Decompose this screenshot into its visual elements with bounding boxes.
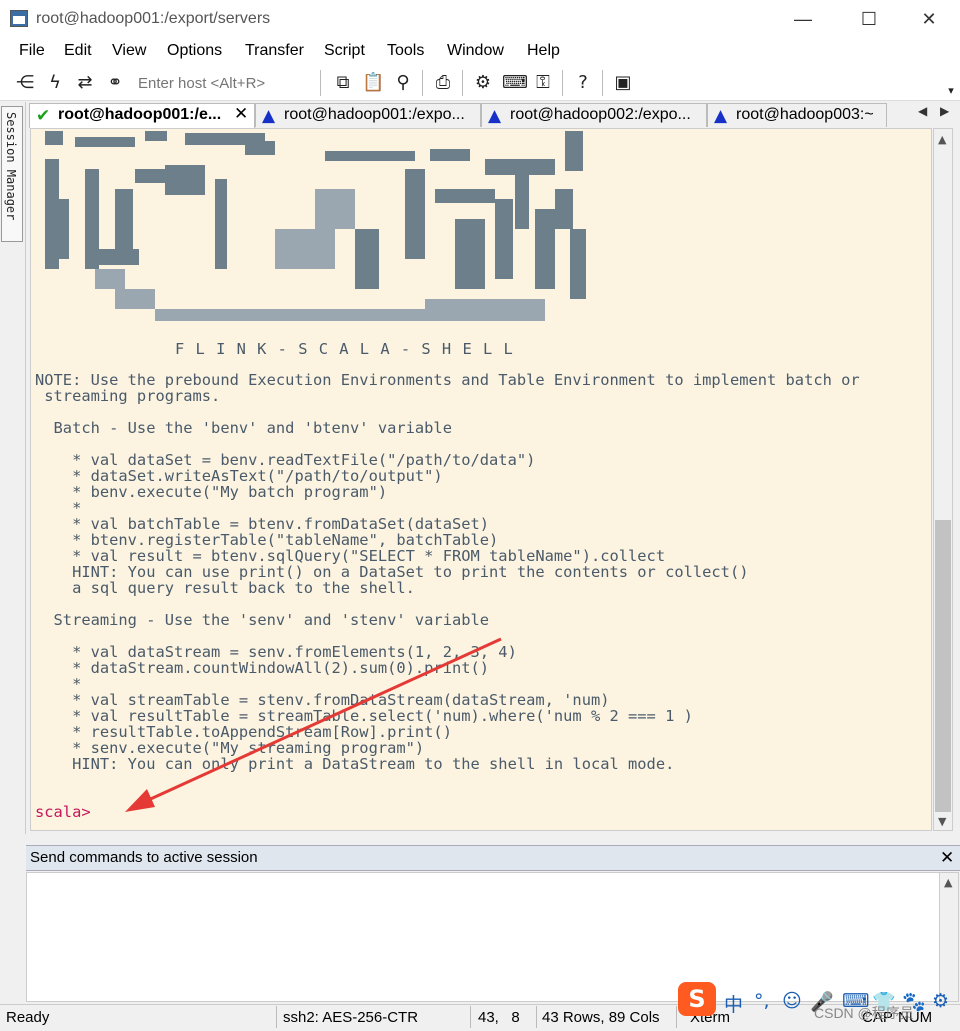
lightning-icon[interactable]: ϟ [44, 72, 66, 94]
warning-icon: ▲ [262, 106, 276, 126]
ime-chinese-mode-icon[interactable]: 中 [724, 990, 743, 1017]
tab-label: root@hadoop001:/expo... [284, 106, 465, 123]
tab-scroll-right-icon[interactable]: ▶ [940, 104, 949, 118]
ime-punctuation-icon[interactable]: °, [754, 990, 770, 1012]
terminal-line: HINT: You can use print() on a DataSet t… [35, 563, 749, 581]
status-ready: Ready [6, 1009, 50, 1026]
scroll-down-icon[interactable]: ▼ [938, 815, 946, 828]
shell-banner: F L I N K - S C A L A - S H E L L [175, 340, 514, 358]
send-commands-input[interactable] [26, 872, 940, 1002]
menu-tools[interactable]: Tools [387, 42, 424, 60]
toolbar-separator [562, 70, 563, 96]
ime-emoji-icon[interactable]: ☺ [782, 990, 802, 1012]
app-icon[interactable]: ▣ [612, 72, 634, 94]
toolbar-separator [422, 70, 423, 96]
status-cursor-position: 43, 8 [478, 1009, 520, 1026]
tab-label: root@hadoop003:~ [736, 106, 874, 123]
print-icon[interactable]: ⎙ [432, 72, 454, 94]
tab-scroll-left-icon[interactable]: ◀ [918, 104, 927, 118]
warning-icon: ▲ [488, 106, 502, 126]
menu-script[interactable]: Script [324, 42, 365, 60]
disconnect-icon[interactable]: ⚭ [104, 72, 126, 94]
ime-settings-icon[interactable]: ⚙ [932, 990, 949, 1012]
connect-icon[interactable]: ⋲ [14, 72, 36, 94]
copy-icon[interactable]: ⧉ [332, 72, 354, 94]
status-separator [536, 1006, 537, 1028]
settings-icon[interactable]: ⚙ [472, 72, 494, 94]
minimize-button[interactable]: — [780, 4, 826, 34]
close-button[interactable]: ✕ [906, 4, 952, 34]
send-commands-close-icon[interactable]: ✕ [940, 848, 954, 868]
send-commands-title: Send commands to active session [30, 849, 258, 866]
terminal-line: a sql query result back to the shell. [35, 579, 415, 597]
paste-icon[interactable]: 📋 [362, 72, 384, 94]
menu-edit[interactable]: Edit [64, 42, 92, 60]
send-commands-scrollbar[interactable] [939, 872, 959, 1002]
tab-label: root@hadoop002:/expo... [510, 106, 691, 123]
terminal-line: NOTE: Use the prebound Execution Environ… [35, 371, 860, 389]
red-arrow-annotation [125, 637, 502, 812]
scroll-up-icon[interactable]: ▲ [938, 133, 946, 146]
keymap-icon[interactable]: ⌨ [502, 72, 528, 94]
terminal-line: Batch - Use the 'benv' and 'btenv' varia… [35, 419, 452, 437]
toolbar-overflow-icon[interactable]: ▾ [940, 80, 960, 102]
terminal-line: * val batchTable = btenv.fromDataSet(dat… [35, 515, 490, 533]
menu-help[interactable]: Help [527, 42, 560, 60]
terminal-line: * [35, 675, 82, 693]
scroll-up-icon[interactable]: ▲ [944, 876, 952, 889]
menu-view[interactable]: View [112, 42, 146, 60]
terminal-line: * dataSet.writeAsText("/path/to/output") [35, 467, 443, 485]
terminal-line: * val result = btenv.sqlQuery("SELECT * … [35, 547, 666, 565]
status-separator [276, 1006, 277, 1028]
terminal-line: * btenv.registerTable("tableName", batch… [35, 531, 499, 549]
status-terminal-size: 43 Rows, 89 Cols [542, 1009, 660, 1026]
sftp-icon[interactable]: ⚿ [532, 72, 554, 94]
host-input[interactable] [132, 71, 324, 95]
terminal-line: * val dataSet = benv.readTextFile("/path… [35, 451, 536, 469]
terminal-line: * [35, 499, 82, 517]
menu-transfer[interactable]: Transfer [245, 42, 304, 60]
find-icon[interactable]: ⚲ [392, 72, 414, 94]
scala-prompt[interactable]: scala> [35, 804, 91, 820]
terminal-output[interactable]: F L I N K - S C A L A - S H E L L NOTE: … [30, 128, 932, 831]
flink-ascii-art [45, 131, 586, 321]
status-separator [676, 1006, 677, 1028]
tab-session-1[interactable]: ✔ root@hadoop001:/e... [29, 103, 255, 128]
sogou-ime-logo[interactable]: S [678, 982, 716, 1016]
tab-session-4[interactable]: ▲ root@hadoop003:~ [707, 103, 887, 127]
session-manager-label: Session Manager [4, 112, 18, 221]
menu-options[interactable]: Options [167, 42, 222, 60]
status-separator [470, 1006, 471, 1028]
maximize-button[interactable]: ☐ [846, 4, 892, 34]
tab-label: root@hadoop001:/e... [58, 106, 222, 123]
status-cipher: ssh2: AES-256-CTR [283, 1009, 419, 1026]
warning-icon: ▲ [714, 106, 728, 126]
toolbar-separator [320, 70, 321, 96]
close-tab-icon[interactable]: ✕ [234, 104, 248, 124]
tab-session-3[interactable]: ▲ root@hadoop002:/expo... [481, 103, 707, 127]
terminal-scroll-thumb[interactable] [935, 520, 951, 812]
terminal-line: * benv.execute("My batch program") [35, 483, 388, 501]
window-title: root@hadoop001:/export/servers [36, 10, 271, 27]
menu-file[interactable]: File [19, 42, 45, 60]
reconnect-icon[interactable]: ⇄ [74, 72, 96, 94]
checkmark-icon: ✔ [36, 106, 51, 126]
terminal-line: Streaming - Use the 'senv' and 'stenv' v… [35, 611, 490, 629]
toolbar-separator [462, 70, 463, 96]
tab-session-2[interactable]: ▲ root@hadoop001:/expo... [255, 103, 481, 127]
app-icon[interactable] [10, 10, 28, 27]
toolbar-separator [602, 70, 603, 96]
terminal-line: streaming programs. [35, 387, 221, 405]
csdn-watermark: CSDN @程序员 [814, 1005, 914, 1021]
help-icon[interactable]: ? [572, 72, 594, 94]
menu-window[interactable]: Window [447, 42, 504, 60]
